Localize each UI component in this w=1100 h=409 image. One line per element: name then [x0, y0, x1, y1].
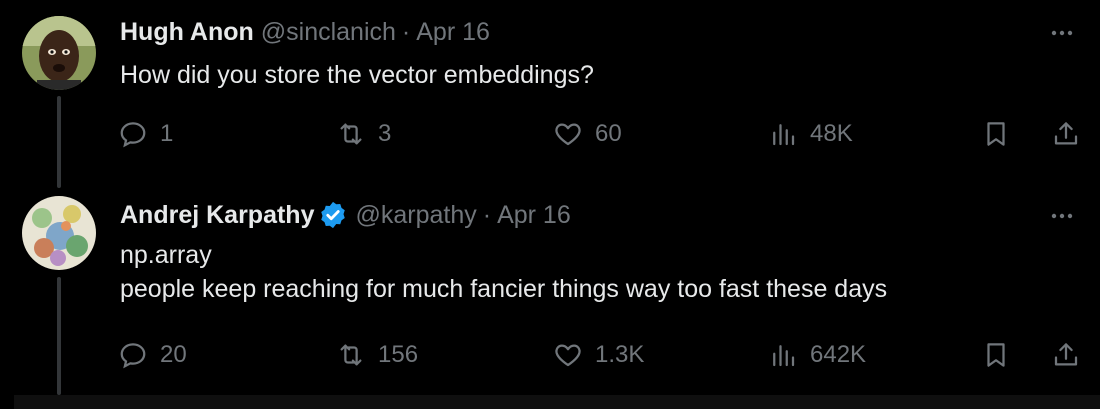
thread-line	[57, 277, 61, 395]
tweet-text-line: people keep reaching for much fancier th…	[120, 275, 888, 303]
action-bar: 1 3 60 48K	[116, 114, 1080, 154]
retweet-button[interactable]: 156	[336, 335, 418, 375]
reply-count: 20	[160, 341, 187, 368]
bottom-divider	[14, 395, 1100, 409]
reply-icon	[120, 343, 146, 369]
reply-button[interactable]: 20	[118, 335, 187, 375]
views-count: 642K	[810, 341, 867, 368]
share-icon	[1054, 343, 1078, 366]
retweet-button[interactable]: 3	[336, 114, 391, 154]
reply-button[interactable]: 1	[118, 114, 173, 154]
tweet-date[interactable]: Apr 16	[497, 200, 571, 230]
tweet-text-line: How did you store the vector embeddings?	[120, 61, 594, 89]
separator: ·	[482, 201, 492, 229]
retweet-count: 156	[378, 341, 419, 368]
more-options-icon[interactable]	[1048, 19, 1076, 47]
reply-icon	[120, 122, 146, 148]
verified-badge-icon[interactable]	[318, 200, 348, 230]
more-options-icon[interactable]	[1048, 202, 1076, 230]
painting-avatar-icon	[22, 196, 96, 270]
retweet-icon	[340, 123, 362, 145]
like-count: 1.3K	[595, 341, 645, 368]
heart-icon	[555, 123, 581, 146]
person-avatar-icon	[22, 16, 96, 90]
tweet-text: How did you store the vector embeddings?	[120, 58, 594, 92]
bookmark-button[interactable]	[981, 114, 1011, 154]
heart-icon	[555, 344, 581, 367]
avatar[interactable]	[22, 196, 96, 270]
views-icon	[773, 124, 795, 146]
bookmark-icon	[987, 343, 1005, 367]
bookmark-icon	[987, 122, 1005, 146]
views-icon	[773, 345, 795, 367]
tweet-header: Hugh Anon @sinclanich · Apr 16	[120, 17, 490, 47]
tweet-andrej-karpathy[interactable]: Andrej Karpathy @karpathy · Apr 16 np.ar…	[0, 185, 1100, 395]
share-button[interactable]	[1051, 114, 1081, 154]
author-handle[interactable]: @karpathy	[355, 200, 476, 230]
tweet-hugh-anon[interactable]: Hugh Anon @sinclanich · Apr 16 How did y…	[0, 0, 1100, 188]
retweet-count: 3	[378, 120, 392, 147]
bookmark-button[interactable]	[981, 335, 1011, 375]
thread-line	[57, 96, 61, 188]
author-name[interactable]: Hugh Anon	[120, 17, 254, 47]
reply-count: 1	[160, 120, 174, 147]
like-button[interactable]: 1.3K	[553, 335, 644, 375]
share-icon	[1054, 122, 1078, 145]
tweet-text: np.array people keep reaching for much f…	[120, 238, 887, 306]
author-name[interactable]: Andrej Karpathy	[120, 200, 314, 230]
views-count: 48K	[810, 120, 853, 147]
author-handle[interactable]: @sinclanich	[261, 17, 396, 47]
like-count: 60	[595, 120, 622, 147]
tweet-header: Andrej Karpathy @karpathy · Apr 16	[120, 200, 571, 230]
views-button[interactable]: 642K	[768, 335, 866, 375]
tweet-date[interactable]: Apr 16	[416, 17, 490, 47]
like-button[interactable]: 60	[553, 114, 622, 154]
share-button[interactable]	[1051, 335, 1081, 375]
separator: ·	[401, 18, 411, 46]
action-bar: 20 156 1.3K 642K	[116, 335, 1080, 375]
avatar[interactable]	[22, 16, 96, 90]
views-button[interactable]: 48K	[768, 114, 853, 154]
tweet-text-line: np.array	[120, 241, 212, 269]
retweet-icon	[340, 344, 362, 366]
